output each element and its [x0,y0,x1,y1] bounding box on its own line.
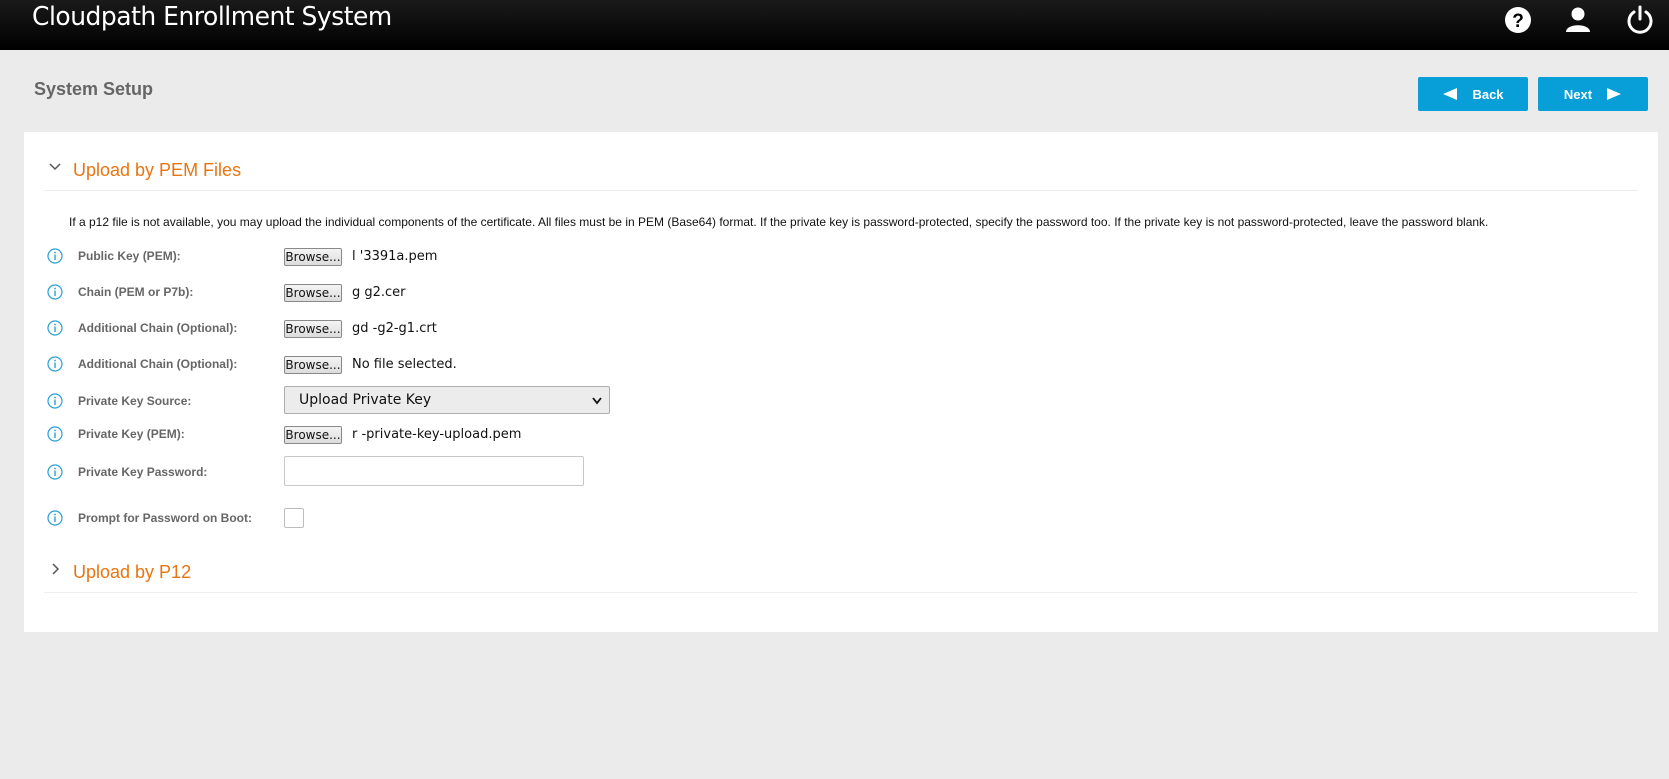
info-icon[interactable] [47,284,63,300]
private-key-password-label: Private Key Password: [78,465,208,479]
additional-chain-1-browse-button[interactable]: Browse... [284,320,342,338]
help-icon[interactable]: ? [1502,4,1534,36]
public-key-label: Public Key (PEM): [78,249,181,263]
private-key-source-label: Private Key Source: [78,394,192,408]
private-key-browse-button[interactable]: Browse... [284,426,342,444]
chevron-right-icon [52,563,60,575]
chevron-down-icon [592,397,602,405]
next-button-label: Next [1563,86,1593,102]
info-icon[interactable] [47,510,63,526]
page-title: System Setup [34,79,154,99]
info-icon[interactable] [47,356,63,372]
p12-section-title: Upload by P12 [73,562,192,582]
additional-chain-2-browse-button[interactable]: Browse... [284,356,342,374]
chain-row: Chain (PEM or P7b): Browse... g g2.cer [24,280,1658,306]
private-key-row: Private Key (PEM): Browse... r -private-… [24,422,1658,448]
private-key-label: Private Key (PEM): [78,427,185,441]
top-bar: Cloudpath Enrollment System ? [0,0,1669,50]
private-key-password-input[interactable] [284,456,584,486]
private-key-source-value: Upload Private Key [299,392,432,408]
info-icon[interactable] [47,248,63,264]
content-panel: Upload by PEM Files If a p12 file is not… [24,132,1658,632]
info-icon[interactable] [47,320,63,336]
private-key-filename: r -private-key-upload.pem [352,427,522,442]
pem-section-title: Upload by PEM Files [73,160,242,180]
prompt-password-boot-row: Prompt for Password on Boot: [24,506,1658,532]
info-icon[interactable] [47,464,63,480]
public-key-row: Public Key (PEM): Browse... l '3391a.pem [24,244,1658,270]
private-key-source-select[interactable]: Upload Private Key [284,386,610,414]
info-icon[interactable] [47,393,63,409]
additional-chain-2-label: Additional Chain (Optional): [78,357,238,371]
user-icon[interactable] [1562,4,1594,36]
chain-browse-button[interactable]: Browse... [284,284,342,302]
public-key-browse-button[interactable]: Browse... [284,248,342,266]
next-button[interactable]: Next [1538,77,1648,111]
private-key-source-row: Private Key Source: Upload Private Key [24,386,1658,416]
prompt-password-boot-label: Prompt for Password on Boot: [78,511,252,525]
chain-filename: g g2.cer [352,285,406,300]
arrow-right-icon [1607,88,1622,100]
info-icon[interactable] [47,426,63,442]
svg-text:?: ? [1512,11,1524,32]
p12-section-header[interactable]: Upload by P12 [44,552,1638,593]
additional-chain-2-row: Additional Chain (Optional): Browse... N… [24,352,1658,378]
additional-chain-1-label: Additional Chain (Optional): [78,321,238,335]
chain-label: Chain (PEM or P7b): [78,285,194,299]
back-button-label: Back [1472,86,1504,102]
pem-section-header[interactable]: Upload by PEM Files [44,150,1638,191]
additional-chain-2-filename: No file selected. [352,357,457,372]
additional-chain-1-row: Additional Chain (Optional): Browse... g… [24,316,1658,342]
private-key-password-row: Private Key Password: [24,456,1658,488]
arrow-left-icon [1443,88,1458,100]
app-title: Cloudpath Enrollment System [32,2,392,32]
prompt-password-boot-checkbox[interactable] [284,508,304,528]
pem-description: If a p12 file is not available, you may … [69,215,1489,229]
back-button[interactable]: Back [1418,77,1528,111]
public-key-filename: l '3391a.pem [352,249,438,264]
chevron-down-icon [49,163,61,171]
additional-chain-1-filename: gd -g2-g1.crt [352,321,437,336]
power-icon[interactable] [1624,4,1656,36]
